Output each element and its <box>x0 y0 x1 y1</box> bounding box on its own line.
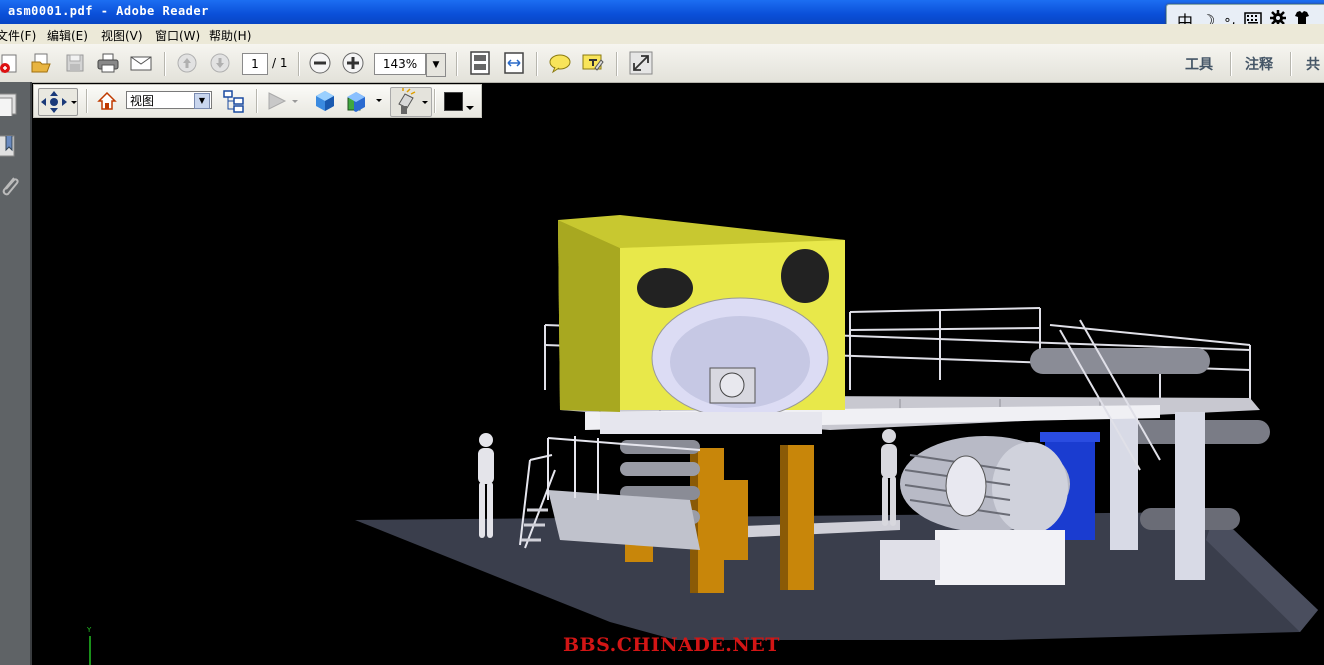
zoom-level-input[interactable]: 143% <box>374 53 426 75</box>
view-select-value: 视图 <box>130 94 155 108</box>
share-pane-button[interactable]: 共 <box>1306 54 1320 74</box>
previous-page-icon[interactable] <box>174 51 200 75</box>
comment-bubble-icon[interactable] <box>547 51 573 75</box>
menu-window[interactable]: 窗口(W) <box>155 27 200 44</box>
home-view-icon[interactable] <box>97 91 117 115</box>
flashlight-icon <box>398 88 428 114</box>
toolbar-separator <box>456 52 458 76</box>
dryer-disk <box>651 297 829 419</box>
toolbar-separator <box>164 52 166 76</box>
rotate-tool-button[interactable] <box>38 88 78 116</box>
fit-width-icon[interactable] <box>501 51 527 75</box>
save-icon[interactable] <box>62 51 88 75</box>
menu-help[interactable]: 帮助(H) <box>209 27 251 44</box>
print-icon[interactable] <box>95 51 121 75</box>
page-total-label: / 1 <box>272 56 288 70</box>
toolbar-separator <box>256 89 258 113</box>
zoom-dropdown-icon[interactable]: ▼ <box>426 53 446 77</box>
menu-edit[interactable]: 编辑(E) <box>47 27 88 44</box>
chevron-down-icon[interactable]: ▼ <box>194 93 210 109</box>
toolbar-separator <box>616 52 618 76</box>
y-axis-indicator: Y <box>86 626 92 665</box>
support-frame <box>600 412 822 434</box>
zoom-in-icon[interactable] <box>340 51 366 75</box>
tools-pane-button[interactable]: 工具 <box>1185 54 1213 74</box>
fit-page-icon[interactable] <box>467 51 493 75</box>
watermark-text: BBS.CHINADE.NET <box>563 634 780 656</box>
human-figure-right <box>881 429 897 526</box>
move-arrows-icon <box>41 91 77 113</box>
menu-view[interactable]: 视图(V) <box>101 27 143 44</box>
view-select[interactable]: 视图 ▼ <box>126 91 212 109</box>
3d-toolbar: 视图 ▼ <box>33 84 482 118</box>
toolbar-separator <box>298 52 300 76</box>
menu-bar: 文件(F) 编辑(E) 视图(V) 窗口(W) 帮助(H) <box>0 24 1324 44</box>
toolbar-separator <box>1290 52 1292 76</box>
window-title: asm0001.pdf - Adobe Reader <box>8 4 209 18</box>
zoom-out-icon[interactable] <box>307 51 333 75</box>
render-mode-icon[interactable] <box>346 88 386 118</box>
bookmarks-icon[interactable] <box>0 134 20 158</box>
title-bar: asm0001.pdf - Adobe Reader <box>0 0 1324 24</box>
create-pdf-icon[interactable] <box>0 51 22 75</box>
toolbar-separator <box>1230 52 1232 76</box>
open-folder-icon[interactable] <box>28 51 54 75</box>
background-color-swatch[interactable] <box>444 92 463 111</box>
full-screen-icon[interactable] <box>628 51 654 75</box>
lighting-button[interactable] <box>390 87 432 117</box>
projection-cube-icon[interactable] <box>313 89 337 117</box>
toolbar-separator <box>434 89 436 113</box>
navigation-pane <box>0 82 32 665</box>
main-toolbar: 1 / 1 143% ▼ 工具 注释 共 <box>0 44 1324 83</box>
comment-pane-button[interactable]: 注释 <box>1245 54 1273 74</box>
menu-file[interactable]: 文件(F) <box>0 27 36 44</box>
toolbar-separator <box>536 52 538 76</box>
email-icon[interactable] <box>128 51 154 75</box>
toolbar-separator <box>86 89 88 113</box>
next-page-icon[interactable] <box>207 51 233 75</box>
y-axis-label: Y <box>86 626 92 634</box>
highlight-comment-icon[interactable] <box>580 51 606 75</box>
attachments-icon[interactable] <box>0 174 20 198</box>
play-animation-icon[interactable] <box>266 91 300 115</box>
pages-icon[interactable] <box>0 92 20 119</box>
machine-base-block <box>935 530 1065 585</box>
page-number-input[interactable]: 1 <box>242 53 268 75</box>
3d-model-viewport[interactable] <box>350 210 1320 640</box>
chevron-down-icon[interactable] <box>466 97 474 116</box>
model-tree-icon[interactable] <box>222 89 246 117</box>
